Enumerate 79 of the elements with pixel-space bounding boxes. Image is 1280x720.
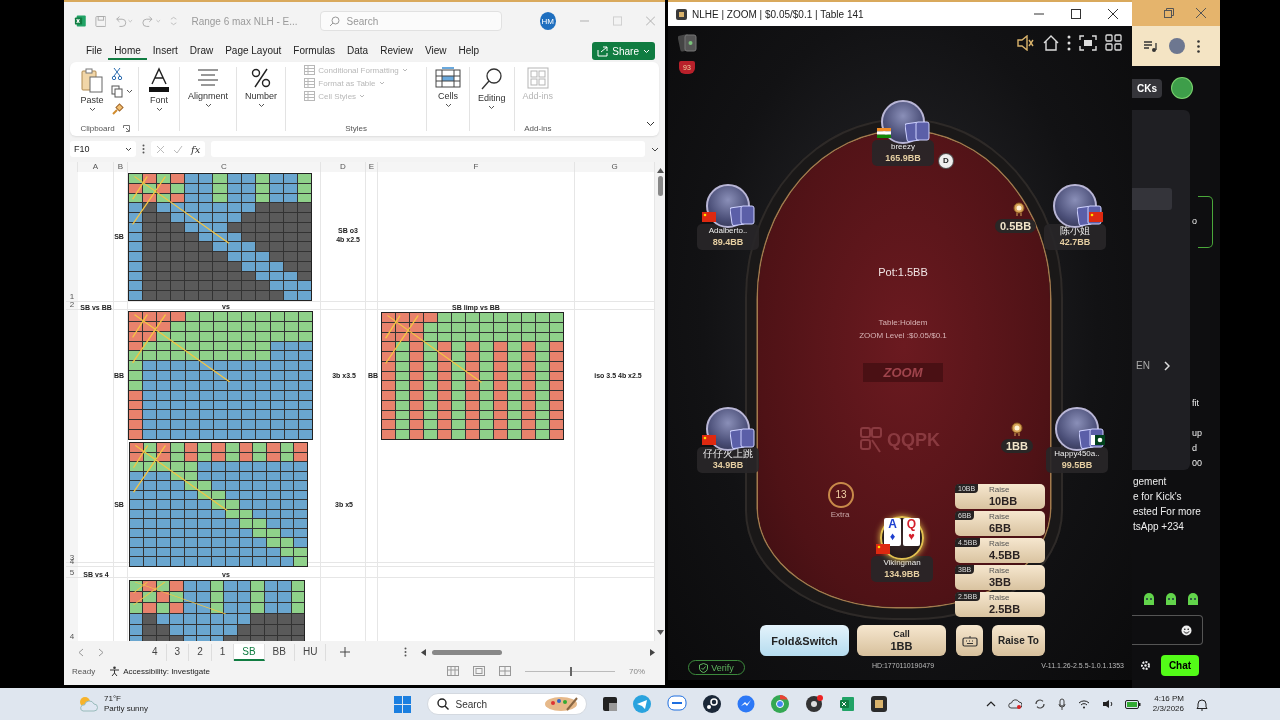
menu-tab[interactable]: File <box>80 42 109 60</box>
menu-tab[interactable]: Page Layout <box>219 42 288 60</box>
call-button[interactable]: Call 1BB <box>857 625 946 656</box>
name-box[interactable]: F10 <box>70 141 136 157</box>
sheet-tab[interactable]: BB <box>264 643 295 661</box>
player-name: Adalberto.. <box>708 225 748 236</box>
chat-text: 00 <box>1192 458 1202 468</box>
menu-tab[interactable]: Formulas <box>287 42 342 60</box>
chat-text: ested For more <box>1133 505 1201 518</box>
group-label: Clipboard <box>80 124 115 133</box>
sheet-tab[interactable]: 4 <box>144 643 167 661</box>
sheet-tab[interactable]: HU <box>294 643 327 661</box>
row-header[interactable]: 5 <box>66 567 78 578</box>
chat-text: d <box>1192 443 1197 453</box>
player-name: Happy450a.. <box>1054 448 1100 459</box>
player-name: 仔仔火上跳 <box>703 448 753 459</box>
raise-to-button[interactable]: Raise To <box>992 625 1045 656</box>
player-stack: 99.5BB <box>1061 459 1093 471</box>
menu-tab[interactable]: Draw <box>183 42 220 60</box>
clock-time[interactable]: 4:16 PM <box>1154 694 1184 704</box>
menu-tab[interactable]: Data <box>341 42 375 60</box>
card-suit: ♦ <box>889 530 896 542</box>
player-stack: 34.9BB <box>712 459 744 471</box>
player-name: breezy <box>891 141 915 152</box>
share-button[interactable]: Share <box>592 42 655 60</box>
row-header[interactable]: 4 <box>66 578 78 641</box>
timer-clock: 13 <box>828 482 854 508</box>
search-field[interactable]: Search <box>319 11 502 31</box>
font-button[interactable]: Font <box>144 65 174 117</box>
weather-temperature[interactable]: 71°F <box>104 694 149 704</box>
card-rank: Q <box>906 518 917 530</box>
row-header[interactable]: 1 <box>66 172 78 302</box>
player-stack: 42.7BB <box>1059 236 1091 248</box>
sheet-tab[interactable]: 2 <box>189 643 212 661</box>
cells-button[interactable]: Cells <box>432 65 465 117</box>
felt-logo: ZOOM <box>863 363 943 382</box>
player-stack: 89.4BB <box>712 236 744 248</box>
chat-text: up <box>1192 428 1202 438</box>
language-item[interactable]: EN <box>1132 360 1190 371</box>
chat-text: tsApp +234 <box>1133 520 1185 533</box>
page-button[interactable]: CKs <box>1132 78 1162 98</box>
weather-condition[interactable]: Partly sunny <box>104 704 149 714</box>
player-stack: 165.9BB <box>885 152 921 164</box>
window-title: Range 6 max NLH - E... <box>191 15 298 27</box>
accessibility-button[interactable]: Accessibility: Investigate <box>109 665 210 677</box>
paste-button[interactable]: Paste <box>77 65 107 117</box>
chat-text: fit <box>1192 398 1199 408</box>
menu-tab[interactable]: Help <box>452 42 486 60</box>
bet-amount: 0.5BB <box>995 219 1037 233</box>
group-label: Add-ins <box>524 124 552 133</box>
sheet-tab[interactable]: 3 <box>166 643 190 661</box>
player-stack: 134.9BB <box>884 568 920 580</box>
chat-text: gement <box>1133 475 1168 488</box>
menu-tab[interactable]: Insert <box>146 42 184 60</box>
status-text: Ready <box>72 666 96 676</box>
bet-amount: 1BB <box>1001 439 1033 453</box>
chat-text: o <box>1192 216 1197 226</box>
account-avatar[interactable]: HM <box>539 12 556 30</box>
insert-function-button[interactable]: fx <box>191 143 201 155</box>
card-suit: ♥ <box>908 530 915 542</box>
group-label: Styles <box>345 124 367 133</box>
fold-switch-button[interactable]: Fold&Switch <box>760 625 849 656</box>
menu-tab[interactable]: Home <box>108 42 147 60</box>
table-info: Table:Holdem <box>877 318 929 327</box>
number-button[interactable]: Number <box>242 65 281 117</box>
chat-text: e for Kick's <box>1133 490 1183 503</box>
window-title: NLHE | ZOOM | $0.05/$0.1 | Table 141 <box>692 8 864 20</box>
sheet-tab[interactable]: SB <box>234 643 265 661</box>
pot-amount: Pot:1.5BB <box>877 266 929 278</box>
menu-tab[interactable]: View <box>418 42 453 60</box>
editing-button[interactable]: Editing <box>475 65 509 117</box>
table-info: ZOOM Level :$0.05/$0.1 <box>858 331 948 340</box>
card-rank: A <box>888 518 897 530</box>
chat-button[interactable]: Chat <box>1161 655 1199 676</box>
alignment-button[interactable]: Alignment <box>185 65 232 117</box>
player-name: Vikingman <box>883 557 921 568</box>
menu-tab[interactable]: Review <box>374 42 419 60</box>
timer-label: Extra <box>829 510 851 519</box>
clock-date[interactable]: 2/3/2026 <box>1152 704 1184 714</box>
